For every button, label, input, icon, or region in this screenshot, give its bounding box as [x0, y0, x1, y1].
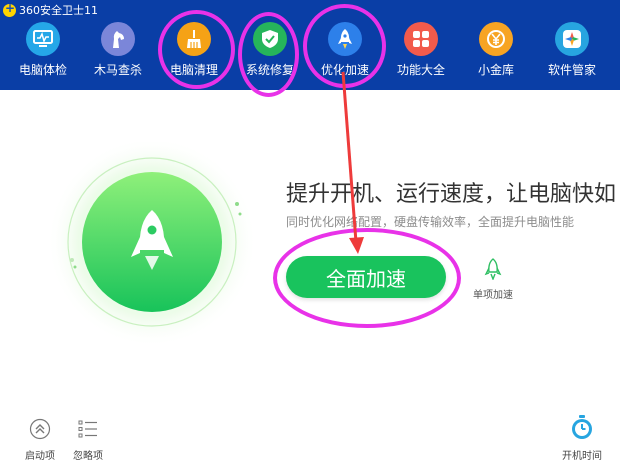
toolbar-item-features[interactable]: 功能大全	[381, 22, 461, 78]
toolbar-item-treasury[interactable]: 小金库	[456, 22, 536, 78]
toolbar-item-label: 系统修复	[245, 63, 294, 77]
broom-icon	[177, 22, 211, 56]
shield-icon	[253, 22, 287, 56]
ignored-items-button[interactable]: 忽略项	[63, 418, 113, 462]
window-title: 360安全卫士11	[3, 1, 98, 18]
toolbar-item-label: 软件管家	[547, 63, 596, 77]
boot-time-label: 开机时间	[562, 451, 602, 462]
app-logo-icon	[3, 1, 16, 17]
grid-icon	[404, 22, 438, 56]
list-icon	[78, 420, 97, 438]
toolbar-item-label: 小金库	[477, 63, 514, 77]
toolbar-item-checkup[interactable]: 电脑体检	[3, 22, 83, 78]
rocket-icon	[484, 258, 502, 281]
subheadline: 同时优化网络配置，硬盘传输效率，全面提升电脑性能	[286, 215, 575, 229]
boot-time-button[interactable]: 开机时间	[557, 414, 607, 462]
stopwatch-icon	[572, 415, 592, 439]
toolbar-item-speedup[interactable]: 优化加速	[305, 22, 385, 78]
toolbar-item-label: 电脑清理	[169, 63, 218, 77]
single-speedup-button[interactable]: 单项加速	[470, 258, 516, 301]
window-title-text: 360安全卫士11	[19, 4, 98, 17]
toolbar-item-trojan-scan[interactable]: 木马查杀	[78, 22, 158, 78]
toolbar-item-label: 功能大全	[396, 63, 445, 77]
toolbar-item-software-manager[interactable]: 软件管家	[532, 22, 612, 78]
startup-items-label: 启动项	[25, 451, 55, 462]
single-speedup-label: 单项加速	[473, 290, 513, 301]
headline: 提升开机、运行速度，让电脑快如	[286, 182, 617, 207]
ignored-items-label: 忽略项	[73, 451, 103, 462]
horse-icon	[101, 22, 135, 56]
top-toolbar: 360安全卫士11 电脑体检 木马查杀 电脑清理 系统修复 优化加速	[0, 0, 620, 90]
rocket-icon	[328, 22, 362, 56]
toolbar-item-cleanup[interactable]: 电脑清理	[154, 22, 234, 78]
app-store-icon	[555, 22, 589, 56]
coin-icon	[479, 22, 513, 56]
speedup-hero-graphic	[37, 137, 267, 372]
full-speedup-button[interactable]: 全面加速	[286, 256, 446, 298]
double-chevron-up-icon	[29, 418, 51, 440]
toolbar-item-label: 电脑体检	[18, 63, 67, 77]
toolbar-item-label: 优化加速	[320, 63, 369, 77]
monitor-check-icon	[26, 22, 60, 56]
toolbar-item-system-repair[interactable]: 系统修复	[230, 22, 310, 78]
toolbar-item-label: 木马查杀	[93, 63, 142, 77]
startup-items-button[interactable]: 启动项	[15, 418, 65, 462]
